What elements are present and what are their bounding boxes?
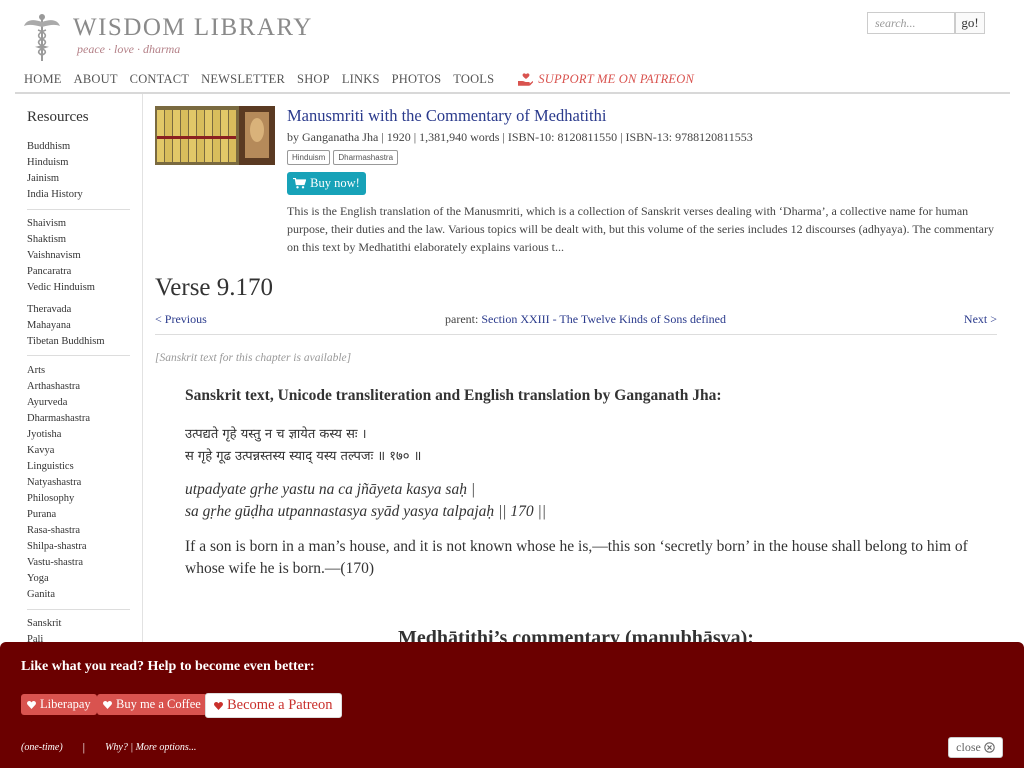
transliteration-line: sa gṛhe gūḍha utpannastasya syād yasya t… xyxy=(185,503,547,520)
sidebar-group-buddhist-traditions: Theravada Mahayana Tibetan Buddhism xyxy=(27,302,130,350)
sidebar-item-pancaratra[interactable]: Pancaratra xyxy=(27,264,130,280)
heart-icon xyxy=(214,701,223,710)
sidebar-divider xyxy=(27,609,130,610)
sidebar-item-arts[interactable]: Arts xyxy=(27,363,130,379)
parent-section-link[interactable]: Section XXIII - The Twelve Kinds of Sons… xyxy=(481,312,726,326)
sidebar-item-jyotisha[interactable]: Jyotisha xyxy=(27,427,130,443)
donation-heading: Like what you read? Help to become even … xyxy=(21,659,315,674)
sidebar-item-jainism[interactable]: Jainism xyxy=(27,171,130,187)
sidebar-item-yoga[interactable]: Yoga xyxy=(27,571,130,587)
verse-navigation: < Previous parent: Section XXIII - The T… xyxy=(155,312,997,328)
sidebar-item-india-history[interactable]: India History xyxy=(27,187,130,203)
nav-about[interactable]: ABOUT xyxy=(74,72,118,87)
sanskrit-available-note: [Sanskrit text for this chapter is avail… xyxy=(155,352,352,364)
nav-tools[interactable]: TOOLS xyxy=(453,72,494,87)
close-banner-button[interactable]: close xyxy=(948,737,1003,758)
buy-now-label: Buy now! xyxy=(310,176,360,190)
sidebar-item-shaivism[interactable]: Shaivism xyxy=(27,216,130,232)
site-title[interactable]: WISDOM LIBRARY xyxy=(73,14,313,42)
nav-shop[interactable]: SHOP xyxy=(297,72,330,87)
book-title-link[interactable]: Manusmriti with the Commentary of Medhat… xyxy=(287,106,606,126)
transliteration-verse: utpadyate gṛhe yastu na ca jñāyeta kasya… xyxy=(185,479,546,523)
sidebar-item-shaktism[interactable]: Shaktism xyxy=(27,232,130,248)
nav-newsletter[interactable]: NEWSLETTER xyxy=(201,72,285,87)
sidebar-item-philosophy[interactable]: Philosophy xyxy=(27,491,130,507)
patreon-label: Become a Patreon xyxy=(227,697,333,713)
sidebar-group-religions: Buddhism Hinduism Jainism India History xyxy=(27,139,130,203)
devanagari-line: स गृहे गूढ उत्पन्नस्तस्य स्याद् यस्य तल्… xyxy=(185,449,422,464)
content-divider xyxy=(155,334,997,335)
liberapay-label: Liberapay xyxy=(40,697,91,711)
site-tagline: peace · love · dharma xyxy=(77,42,181,56)
nav-patreon-link[interactable]: SUPPORT ME ON PATREON xyxy=(518,72,694,87)
parent-prefix: parent: xyxy=(445,312,482,326)
sidebar-item-rasa-shastra[interactable]: Rasa-shastra xyxy=(27,523,130,539)
buy-me-a-coffee-button[interactable]: Buy me a Coffee xyxy=(97,694,207,715)
search-input[interactable] xyxy=(867,12,955,34)
sidebar-item-sanskrit[interactable]: Sanskrit xyxy=(27,616,130,632)
nav-patreon-label: SUPPORT ME ON PATREON xyxy=(538,71,695,86)
footer-separator: | xyxy=(82,740,86,754)
sidebar-item-purana[interactable]: Purana xyxy=(27,507,130,523)
sidebar-item-natyashastra[interactable]: Natyashastra xyxy=(27,475,130,491)
sidebar-title: Resources xyxy=(27,109,89,125)
book-description: This is the English translation of the M… xyxy=(287,204,994,254)
coffee-label: Buy me a Coffee xyxy=(116,697,201,711)
main-nav: HOME ABOUT CONTACT NEWSLETTER SHOP LINKS… xyxy=(24,71,706,87)
nav-links[interactable]: LINKS xyxy=(342,72,380,87)
heart-icon xyxy=(103,700,112,709)
search-button[interactable]: go! xyxy=(955,12,985,34)
donation-footer: (one-time) | Why? | More options... xyxy=(21,740,196,755)
sidebar-item-vastu-shastra[interactable]: Vastu-shastra xyxy=(27,555,130,571)
next-link[interactable]: Next > xyxy=(964,312,997,327)
devanagari-line: उत्पद्यते गृहे यस्तु न च ज्ञायेत कस्य सः… xyxy=(185,427,367,442)
sidebar-item-ganita[interactable]: Ganita xyxy=(27,587,130,603)
one-time-note: (one-time) xyxy=(21,742,63,753)
devanagari-verse: उत्पद्यते गृहे यस्तु न च ज्ञायेत कस्य सः… xyxy=(185,424,421,468)
nav-contact[interactable]: CONTACT xyxy=(130,72,189,87)
previous-link[interactable]: < Previous xyxy=(155,312,207,327)
book-tags: Hinduism Dharmashastra xyxy=(287,150,401,165)
shopping-cart-icon xyxy=(293,178,307,189)
book-cover-image[interactable] xyxy=(155,106,275,165)
tag-dharmashastra[interactable]: Dharmashastra xyxy=(333,150,399,165)
sidebar-item-theravada[interactable]: Theravada xyxy=(27,302,130,318)
buy-now-button[interactable]: Buy now! xyxy=(287,172,366,195)
sidebar-item-shilpa-shastra[interactable]: Shilpa-shastra xyxy=(27,539,130,555)
close-circle-icon xyxy=(984,742,995,753)
page-title: Verse 9.170 xyxy=(155,274,274,301)
book-meta: by Ganganatha Jha | 1920 | 1,381,940 wor… xyxy=(287,130,753,144)
sidebar-group-sciences: Arts Arthashastra Ayurveda Dharmashastra… xyxy=(27,363,130,603)
english-translation: If a son is born in a man’s house, and i… xyxy=(185,538,968,577)
sidebar-item-tibetan-buddhism[interactable]: Tibetan Buddhism xyxy=(27,334,130,350)
liberapay-button[interactable]: Liberapay xyxy=(21,694,97,715)
sidebar-divider xyxy=(27,355,130,356)
sidebar-item-ayurveda[interactable]: Ayurveda xyxy=(27,395,130,411)
nav-photos[interactable]: PHOTOS xyxy=(392,72,442,87)
transliteration-line: utpadyate gṛhe yastu na ca jñāyeta kasya… xyxy=(185,481,476,498)
sidebar-group-hindu-traditions: Shaivism Shaktism Vaishnavism Pancaratra… xyxy=(27,216,130,296)
sidebar-divider xyxy=(27,209,130,210)
donation-banner: Like what you read? Help to become even … xyxy=(0,642,1024,768)
section-heading: Sanskrit text, Unicode transliteration a… xyxy=(185,387,722,404)
become-a-patreon-button[interactable]: Become a Patreon xyxy=(205,693,342,718)
caduceus-icon[interactable] xyxy=(23,12,61,62)
heart-icon xyxy=(27,700,36,709)
heart-hand-icon xyxy=(518,72,534,86)
sidebar-item-dharmashastra[interactable]: Dharmashastra xyxy=(27,411,130,427)
sidebar-item-arthashastra[interactable]: Arthashastra xyxy=(27,379,130,395)
sidebar-item-vedic-hinduism[interactable]: Vedic Hinduism xyxy=(27,280,130,296)
sidebar-item-linguistics[interactable]: Linguistics xyxy=(27,459,130,475)
tag-hinduism[interactable]: Hinduism xyxy=(287,150,331,165)
sidebar-item-hinduism[interactable]: Hinduism xyxy=(27,155,130,171)
more-options-link[interactable]: Why? | More options... xyxy=(105,742,196,753)
sidebar-item-mahayana[interactable]: Mahayana xyxy=(27,318,130,334)
nav-home[interactable]: HOME xyxy=(24,72,62,87)
sidebar-item-kavya[interactable]: Kavya xyxy=(27,443,130,459)
parent-breadcrumb: parent: Section XXIII - The Twelve Kinds… xyxy=(445,312,726,327)
sidebar-item-vaishnavism[interactable]: Vaishnavism xyxy=(27,248,130,264)
close-label: close xyxy=(956,740,981,754)
sidebar-item-buddhism[interactable]: Buddhism xyxy=(27,139,130,155)
